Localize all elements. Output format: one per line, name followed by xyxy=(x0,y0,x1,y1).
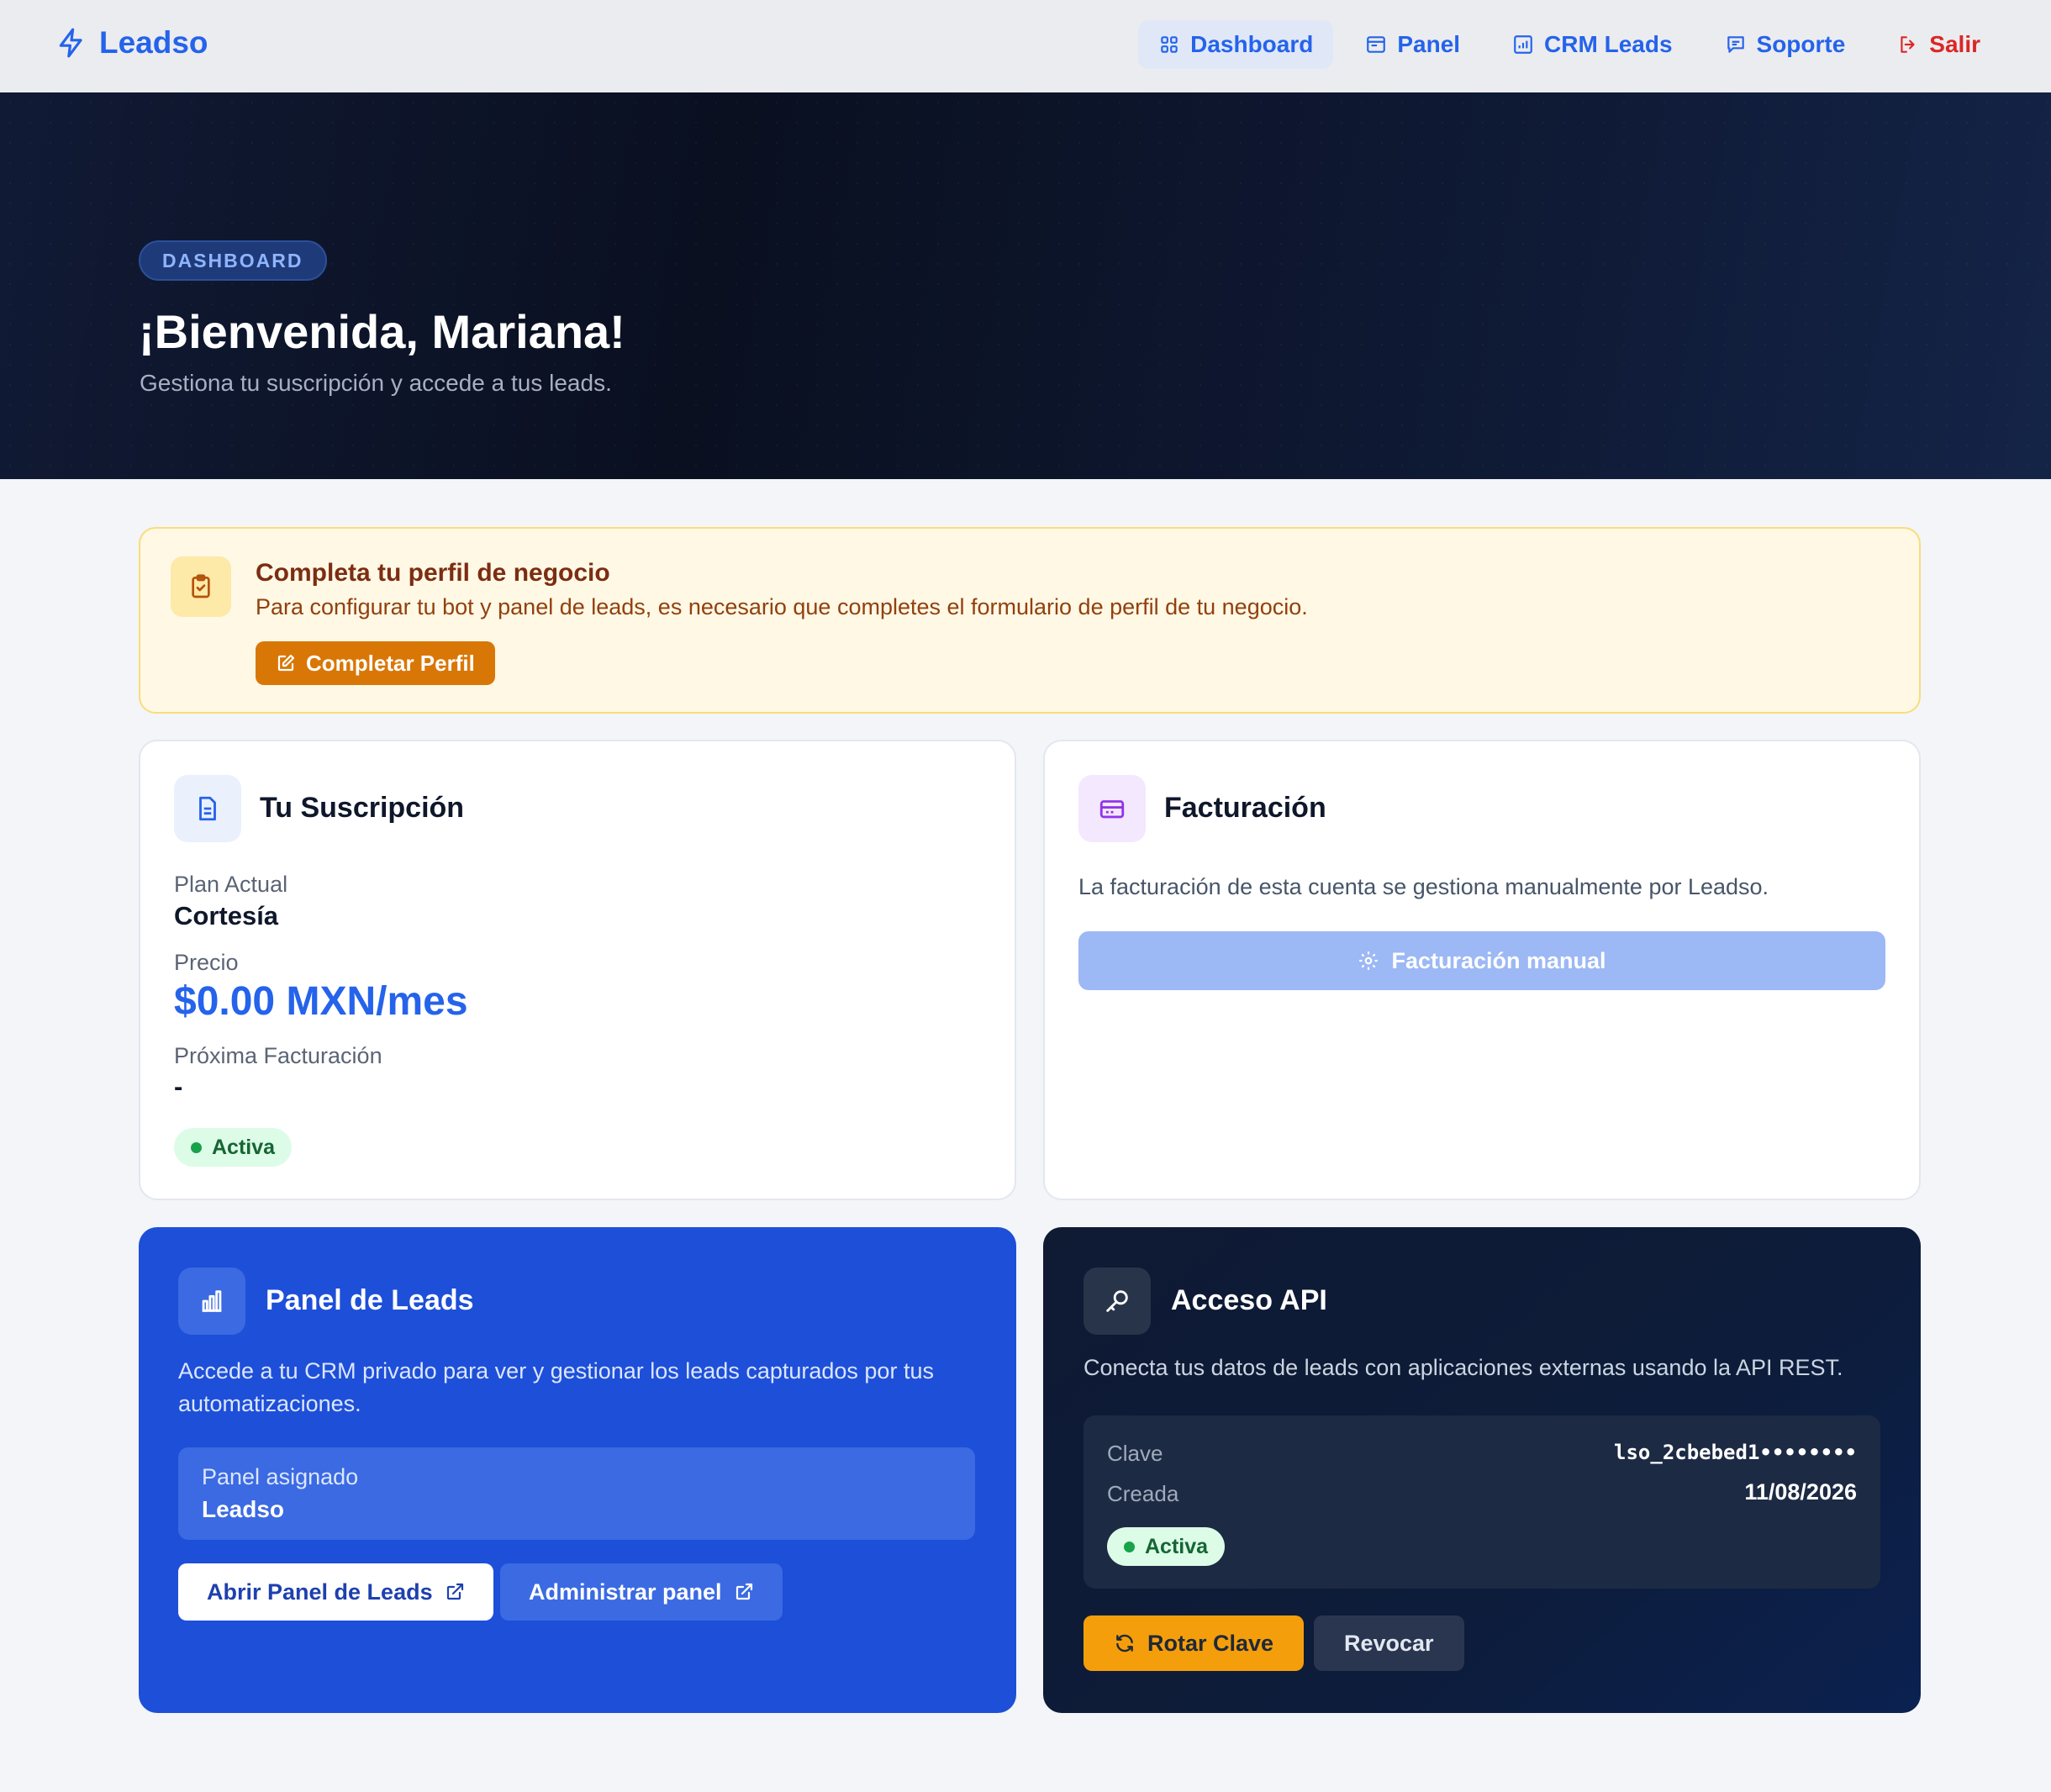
edit-icon xyxy=(277,654,295,672)
leads-title: Panel de Leads xyxy=(266,1284,474,1316)
status-dot xyxy=(191,1141,202,1153)
complete-profile-label: Completar Perfil xyxy=(306,650,475,676)
nav-soporte-label: Soporte xyxy=(1756,31,1846,57)
bar-chart-icon xyxy=(178,1268,245,1335)
api-key-label: Clave xyxy=(1107,1441,1163,1466)
page-subtitle: Gestiona tu suscripción y accede a tus l… xyxy=(140,370,612,396)
leads-panel-card: Panel de Leads Accede a tu CRM privado p… xyxy=(139,1227,1016,1713)
refresh-icon xyxy=(1116,1634,1133,1652)
subscription-card: Tu Suscripción Plan Actual Cortesía Prec… xyxy=(139,740,1016,1200)
price-label: Precio xyxy=(174,950,239,975)
billing-card: Facturación La facturación de esta cuent… xyxy=(1043,740,1921,1200)
logout-icon xyxy=(1901,36,1915,53)
status-dot xyxy=(1124,1541,1135,1552)
nav-salir-label: Salir xyxy=(1929,31,1980,57)
api-created-value: 11/08/2026 xyxy=(1744,1479,1857,1505)
nav-crm-leads-label: CRM Leads xyxy=(1544,31,1673,57)
api-key-box: Clave lso_2cbebed1•••••••• Creada 11/08/… xyxy=(1083,1415,1880,1589)
leads-description: Accede a tu CRM privado para ver y gesti… xyxy=(178,1358,934,1416)
chat-icon xyxy=(1727,36,1744,53)
nav-salir[interactable]: Salir xyxy=(1877,20,2001,69)
assigned-panel-label: Panel asignado xyxy=(202,1464,359,1489)
nav-crm-leads[interactable]: CRM Leads xyxy=(1492,20,1692,69)
subscription-status-label: Activa xyxy=(212,1135,276,1159)
profile-alert: Completa tu perfil de negocio Para confi… xyxy=(139,527,1921,714)
manual-billing-button[interactable]: Facturación manual xyxy=(1078,931,1885,990)
lightning-icon xyxy=(59,28,82,58)
next-billing-label: Próxima Facturación xyxy=(174,1043,382,1068)
brand-logo[interactable]: Leadso xyxy=(55,25,208,61)
alert-title: Completa tu perfil de negocio xyxy=(256,559,610,587)
clipboard-icon xyxy=(171,556,231,617)
rotate-key-button[interactable]: Rotar Clave xyxy=(1083,1615,1305,1671)
billing-text: La facturación de esta cuenta se gestion… xyxy=(1078,874,1769,899)
api-status-label: Activa xyxy=(1145,1534,1209,1558)
chart-box-icon xyxy=(1514,35,1532,54)
grid-icon xyxy=(1161,36,1178,53)
billing-title: Facturación xyxy=(1164,792,1326,824)
assigned-panel-box: Panel asignado Leadso xyxy=(178,1447,975,1540)
manual-billing-label: Facturación manual xyxy=(1391,947,1606,973)
gear-icon xyxy=(1359,951,1379,970)
revoke-key-label: Revocar xyxy=(1344,1630,1434,1656)
hero-badge: DASHBOARD xyxy=(139,240,327,281)
nav-panel[interactable]: Panel xyxy=(1345,20,1480,69)
api-created-label: Creada xyxy=(1107,1481,1179,1506)
nav-dashboard[interactable]: Dashboard xyxy=(1138,20,1334,69)
external-link-icon xyxy=(736,1583,752,1600)
plan-label: Plan Actual xyxy=(174,872,288,897)
brand-name: Leadso xyxy=(99,25,208,60)
open-leads-panel-button[interactable]: Abrir Panel de Leads xyxy=(178,1563,493,1621)
nav-soporte[interactable]: Soporte xyxy=(1705,20,1866,69)
credit-card-icon xyxy=(1078,775,1146,842)
api-description: Conecta tus datos de leads con aplicacio… xyxy=(1083,1355,1843,1380)
price-value: $0.00 MXN/mes xyxy=(174,979,468,1024)
manage-panel-button[interactable]: Administrar panel xyxy=(500,1563,783,1621)
next-billing-value: - xyxy=(174,1072,183,1101)
revoke-key-button[interactable]: Revocar xyxy=(1314,1615,1464,1671)
api-status-badge: Activa xyxy=(1107,1527,1226,1566)
nav-dashboard-label: Dashboard xyxy=(1190,31,1314,57)
subscription-title: Tu Suscripción xyxy=(260,792,465,824)
api-key-value[interactable]: lso_2cbebed1•••••••• xyxy=(1614,1441,1857,1464)
api-title: Acceso API xyxy=(1171,1284,1327,1316)
document-icon xyxy=(174,775,241,842)
api-access-card: Acceso API Conecta tus datos de leads co… xyxy=(1043,1227,1921,1713)
top-navbar: Leadso Dashboard Panel CRM Leads Soporte… xyxy=(0,0,2051,92)
alert-text: Para configurar tu bot y panel de leads,… xyxy=(256,594,1308,619)
complete-profile-button[interactable]: Completar Perfil xyxy=(256,641,495,685)
assigned-panel-value: Leadso xyxy=(202,1496,285,1522)
nav-panel-label: Panel xyxy=(1397,31,1461,57)
key-icon xyxy=(1083,1268,1151,1335)
plan-value: Cortesía xyxy=(174,901,279,930)
manage-panel-label: Administrar panel xyxy=(529,1579,722,1605)
external-link-icon xyxy=(446,1583,463,1600)
open-leads-panel-label: Abrir Panel de Leads xyxy=(207,1579,433,1605)
browser-icon xyxy=(1367,36,1386,53)
subscription-status-badge: Activa xyxy=(174,1128,293,1167)
rotate-key-label: Rotar Clave xyxy=(1147,1630,1274,1656)
hero-grid-pattern xyxy=(0,92,2051,479)
page-title: ¡Bienvenida, Mariana! xyxy=(139,305,625,358)
nav-links: Dashboard Panel CRM Leads Soporte Salir xyxy=(1138,20,2001,69)
hero-banner: DASHBOARD ¡Bienvenida, Mariana! Gestiona… xyxy=(0,92,2051,479)
